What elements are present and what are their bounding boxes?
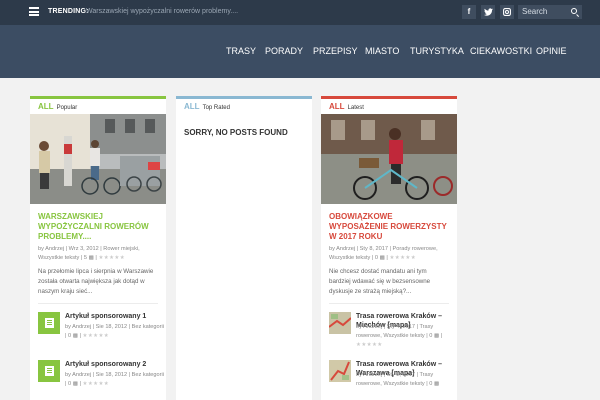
comment-icon: ▩ — [433, 381, 440, 387]
list-item[interactable]: Trasa rowerowa Kraków – Miechów [mapa] b… — [328, 304, 449, 352]
latest-title: Latest — [347, 105, 364, 111]
twitter-icon[interactable] — [481, 5, 495, 19]
nav-opinie[interactable]: OPINIE — [536, 46, 567, 56]
popular-excerpt: Na przełomie lipca i sierpnia w Warszawi… — [38, 268, 154, 295]
top-rated-title: Top Rated — [202, 105, 230, 111]
instagram-icon[interactable] — [500, 5, 514, 19]
rating-stars: ★★★★★ — [82, 381, 110, 387]
map-thumbnail[interactable] — [328, 312, 352, 334]
search-input[interactable]: Search — [518, 5, 582, 19]
list-item-meta: by Andrzej | Sie 18, 2012 | Bez kategori… — [65, 324, 164, 339]
popular-title: Popular — [56, 105, 78, 111]
list-item[interactable]: Artykuł sponsorowany 1 by Andrzej | Sie … — [38, 304, 164, 352]
list-item-meta-text: by Andrzej | Sie 18, 2012 | Bez kategori… — [65, 372, 164, 387]
top-rated-panel: ALL Top Rated SORRY, NO POSTS FOUND — [176, 96, 312, 400]
trending-label: TRENDING: — [48, 8, 89, 15]
list-item-meta: by Andrzej | Sty 2, 2017 | Trasy rowerow… — [356, 371, 456, 389]
rating-stars: ★★★★★ — [356, 342, 383, 348]
list-item-meta-text: by Andrzej | Sty 4, 2017 | Trasy rowerow… — [356, 324, 434, 339]
document-icon — [38, 360, 60, 382]
comment-icon: ▩ — [379, 255, 385, 261]
nav-trasy[interactable]: TRASY — [226, 46, 256, 56]
nav-turystyka[interactable]: TURYSTYKA — [410, 46, 464, 56]
latest-header: ALL Latest — [321, 99, 457, 114]
nav-miasto[interactable]: MIASTO — [365, 46, 399, 56]
latest-post-title[interactable]: OBOWIĄZKOWE WYPOSAŻENIE ROWERZYSTY W 201… — [329, 212, 449, 242]
popular-header: ALL Popular — [30, 99, 166, 114]
comment-icon: ▩ — [88, 255, 94, 261]
latest-panel: ALL Latest OBOWIĄZKOWE WYPOSAŻENIE ROWERZ… — [321, 96, 457, 400]
list-item-meta: by Andrzej | Sty 4, 2017 | Trasy rowerow… — [356, 324, 443, 348]
list-item-meta-text: by Andrzej | Sie 18, 2012 | Bez kategori… — [65, 324, 164, 339]
menu-icon[interactable] — [29, 7, 39, 16]
list-item-meta-text: by Andrzej | Sty 2, 2017 | Trasy rowerow… — [356, 372, 434, 387]
popular-post-meta: by Andrzej | Wrz 3, 2012 | Rower miejski… — [38, 246, 140, 261]
popular-panel: ALL Popular WARSZAWSKIEJ WYPOŻYCZALNI RO… — [30, 96, 166, 400]
rating-stars: ★★★★★ — [389, 255, 417, 261]
nav-ciekawostki[interactable]: CIEKAWOSTKI — [470, 46, 532, 56]
top-rated-header: ALL Top Rated — [176, 99, 312, 114]
comment-icon: ▩ — [72, 381, 78, 387]
site-header: TRASY PORADY PRZEPISY MIASTO TURYSTYKA C… — [0, 25, 600, 78]
top-bar: TRENDING: Warszawskiej wypożyczalni rowe… — [0, 0, 600, 25]
latest-excerpt: Nie chcesz dostać mandatu ani tym bardzi… — [329, 268, 431, 295]
comment-icon: ▩ — [72, 333, 78, 339]
list-item-title[interactable]: Artykuł sponsorowany 1 — [65, 312, 165, 321]
search-placeholder: Search — [522, 7, 548, 16]
popular-photo[interactable] — [30, 114, 166, 204]
search-icon[interactable] — [571, 8, 577, 14]
rating-stars: ★★★★★ — [98, 255, 126, 261]
comment-icon: ▩ — [433, 333, 440, 339]
no-posts-message: SORRY, NO POSTS FOUND — [184, 128, 288, 137]
top-rated-all-tab[interactable]: ALL — [184, 102, 200, 111]
list-item-title[interactable]: Artykuł sponsorowany 2 — [65, 360, 165, 369]
popular-post-title[interactable]: WARSZAWSKIEJ WYPOŻYCZALNI ROWERÓW PROBLE… — [38, 212, 158, 242]
trending-link[interactable]: Warszawskiej wypożyczalni rowerów proble… — [86, 8, 238, 15]
latest-post-meta: by Andrzej | Sty 8, 2017 | Porady rowero… — [329, 246, 438, 261]
map-thumbnail[interactable] — [329, 360, 351, 382]
nav-porady[interactable]: PORADY — [265, 46, 303, 56]
nav-przepisy[interactable]: PRZEPISY — [313, 46, 358, 56]
facebook-icon[interactable]: f — [462, 5, 476, 19]
latest-all-tab[interactable]: ALL — [329, 102, 345, 111]
latest-photo[interactable] — [321, 114, 457, 204]
list-item[interactable]: Trasa rowerowa Kraków – Warszawa [mapa] … — [329, 352, 449, 400]
list-item[interactable]: Artykuł sponsorowany 2 by Andrzej | Sie … — [38, 352, 164, 400]
rating-stars: ★★★★★ — [82, 333, 110, 339]
list-item-meta: by Andrzej | Sie 18, 2012 | Bez kategori… — [65, 372, 164, 387]
document-icon — [38, 312, 60, 334]
popular-all-tab[interactable]: ALL — [38, 102, 54, 111]
